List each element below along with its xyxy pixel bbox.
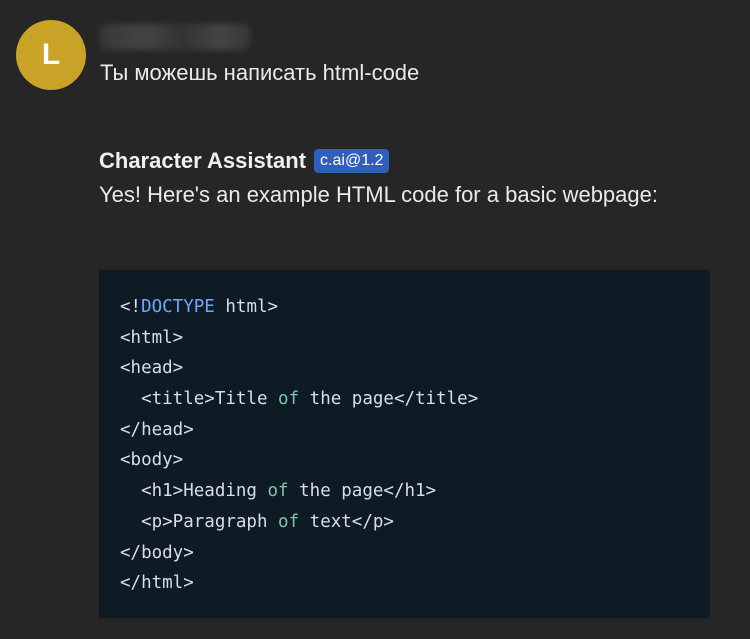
code-token: <title>Title (141, 389, 279, 410)
chat-thread: L Ты можешь написать html-code Character… (0, 0, 750, 639)
code-token: of (278, 389, 300, 410)
user-avatar[interactable]: L (16, 20, 86, 90)
code-line: <h1>Heading of the page</h1> (120, 476, 478, 507)
code-line: </body> (120, 538, 478, 569)
code-token: html> (214, 297, 279, 317)
code-line: <p>Paragraph of text</p> (120, 507, 478, 538)
code-token: <h1>Heading (141, 481, 268, 502)
code-token: the page</h1> (288, 481, 437, 502)
model-badge: c.ai@1.2 (314, 149, 390, 173)
code-token: DOCTYPE (141, 297, 215, 317)
code-token: text</p> (299, 511, 394, 532)
code-line: <html> (120, 323, 478, 354)
code-line: </head> (120, 415, 478, 446)
code-token: </head> (120, 419, 194, 440)
avatar-letter: L (41, 38, 61, 71)
code-line: </html> (120, 568, 478, 599)
code-token: the page</title> (299, 389, 479, 410)
username-redacted (100, 24, 250, 50)
user-message-text: Ты можешь написать html-code (100, 60, 420, 85)
code-line: <head> (120, 353, 478, 384)
code-token: </body> (120, 542, 194, 563)
assistant-name[interactable]: Character Assistant (99, 148, 306, 174)
assistant-header: Character Assistant c.ai@1.2 (99, 146, 719, 176)
assistant-message-text: Yes! Here's an example HTML code for a b… (99, 182, 658, 207)
code-content: <!DOCTYPE html> <html> <head> <title>Title… (120, 292, 478, 599)
code-block[interactable]: <!DOCTYPE html> <html> <head> <title>Title… (99, 270, 710, 618)
code-token: of (267, 481, 289, 502)
code-token: <head> (120, 358, 184, 379)
code-line: <!DOCTYPE html> (120, 292, 478, 323)
code-token: <! (120, 297, 142, 317)
code-token: </html> (120, 573, 194, 594)
assistant-message: Character Assistant c.ai@1.2 Yes! Here's… (99, 146, 719, 208)
code-token: <html> (120, 327, 184, 348)
code-line: <body> (120, 445, 478, 476)
code-token: <p>Paragraph (141, 511, 279, 532)
code-line: <title>Title of the page</title> (120, 384, 478, 415)
user-message: L Ты можешь написать html-code (16, 18, 736, 98)
code-token: <body> (120, 450, 184, 471)
code-token: of (278, 511, 300, 532)
